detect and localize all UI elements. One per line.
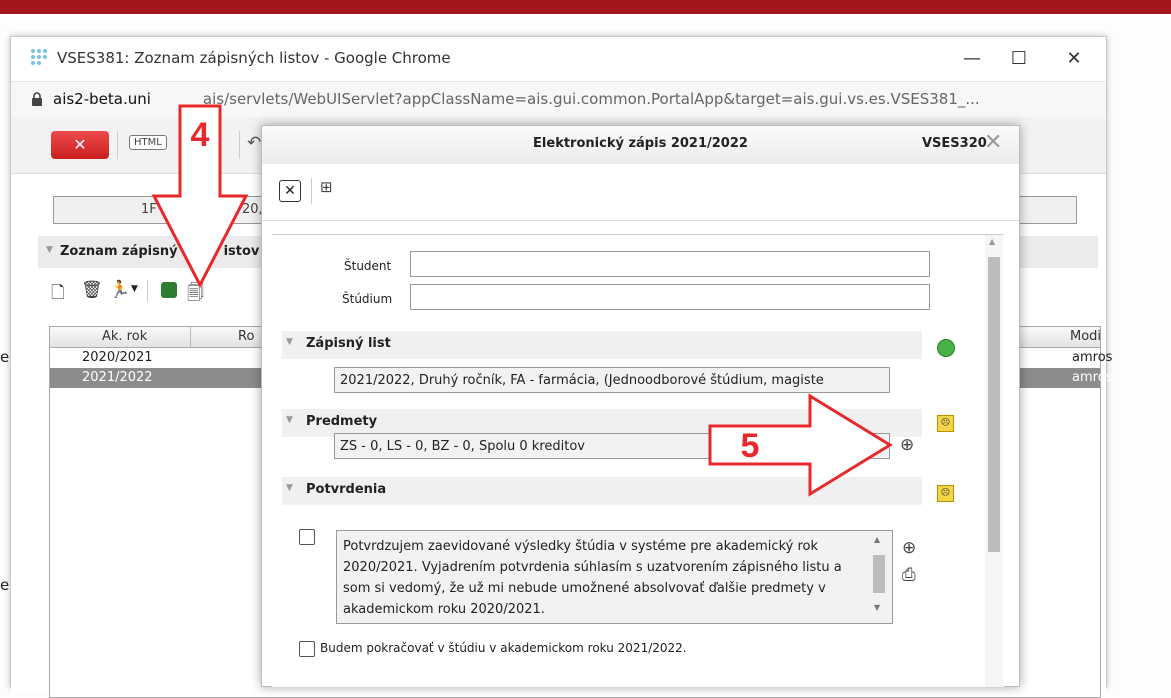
zapisny-list-section-header[interactable]: ▼ Zápisný list [282,331,922,359]
studium-label: Štúdium [342,292,393,306]
confirmation-text-content: Potvrdzujem zaevidované výsledky štúdia … [343,539,842,617]
scroll-thumb[interactable] [988,257,1000,552]
collapse-icon[interactable]: ▼ [286,415,293,425]
smiley-ok-icon [937,339,955,357]
window-title: VSES381: Zoznam zápisných listov - Googl… [57,49,451,67]
sad-face-icon: ☹ [937,415,954,432]
dialog-code: VSES320 [922,136,987,151]
minimize-button[interactable]: — [949,43,995,75]
scroll-up-icon[interactable]: ▲ [989,237,995,246]
continue-study-checkbox[interactable] [299,641,315,657]
side-letter: e [0,348,10,366]
section-title: Potvrdenia [306,482,387,497]
new-document-icon[interactable]: 🗋 [51,280,65,309]
section-title: Zápisný list [306,336,391,351]
maximize-button[interactable]: ☐ [996,43,1042,75]
collapse-icon[interactable]: ▼ [286,483,293,493]
confirmation-checkbox[interactable] [299,529,315,545]
confirmation-text[interactable]: Potvrdzujem zaevidované výsledky štúdia … [336,530,893,624]
zoom-in-icon[interactable]: ⊕ [900,435,914,455]
cell-mod: amros [1072,370,1113,385]
continue-study-label: Budem pokračovať v štúdiu v akademickom … [320,641,687,655]
close-app-button[interactable]: ✕ [51,131,109,159]
lock-icon [32,92,42,106]
dialog-title: Elektronický zápis 2021/2022 [533,136,748,151]
cell-mod: amros [1072,350,1113,365]
annotation-arrow-4: 4 [151,104,249,289]
chevron-down-icon[interactable]: ▼ [131,284,138,294]
cell-year: 2021/2022 [82,370,153,385]
collapse-icon[interactable]: ▼ [286,337,293,347]
sad-face-icon: ☹ [937,485,954,502]
print-icon[interactable]: ⎙ [902,565,916,585]
collapse-icon[interactable]: ▼ [46,245,53,255]
delete-icon[interactable]: 🗑 [81,280,103,300]
dialog-toolbar: ✕ ⊞ [262,164,1019,221]
url-host: ais2-beta.uni [53,90,151,108]
section-title: Predmety [306,414,378,429]
column-header-year[interactable]: Ak. rok [102,329,147,344]
hierarchy-icon[interactable]: ⊞ [320,178,333,196]
annotation-arrow-5: 5 [708,393,893,497]
close-window-button[interactable]: ✕ [1051,43,1097,75]
dialog-close-icon[interactable]: ✕ [984,130,1002,155]
annotation-label-4: 4 [191,116,210,154]
toolbar-divider [311,178,312,204]
studium-field[interactable] [410,284,930,310]
url-path: ais/servlets/WebUIServlet?appClassName=a… [202,90,980,108]
top-accent-bar [0,0,1171,14]
title-bar: VSES381: Zoznam zápisných listov - Googl… [11,37,1106,81]
side-letter: e [0,576,10,594]
run-icon[interactable]: 🏃 [109,280,130,300]
column-header-ro[interactable]: Ro [238,329,254,344]
electronic-enrollment-dialog: Elektronický zápis 2021/2022 VSES320 ✕ ✕… [261,125,1020,687]
column-divider [190,327,191,347]
close-icon[interactable]: ✕ [279,180,301,202]
zoom-in-icon[interactable]: ⊕ [902,538,916,558]
student-field[interactable] [410,251,930,277]
student-label: Študent [344,259,392,273]
toolbar-divider [117,131,118,159]
dialog-scrollbar[interactable]: ▲ [985,235,1003,687]
app-icon [31,49,47,65]
textarea-scrollbar[interactable]: ▲ ▼ [872,535,886,619]
cell-year: 2020/2021 [82,350,153,365]
annotation-label-5: 5 [741,427,760,465]
column-header-mod[interactable]: Modi [1070,329,1101,344]
dialog-header: Elektronický zápis 2021/2022 VSES320 ✕ [262,126,1019,165]
